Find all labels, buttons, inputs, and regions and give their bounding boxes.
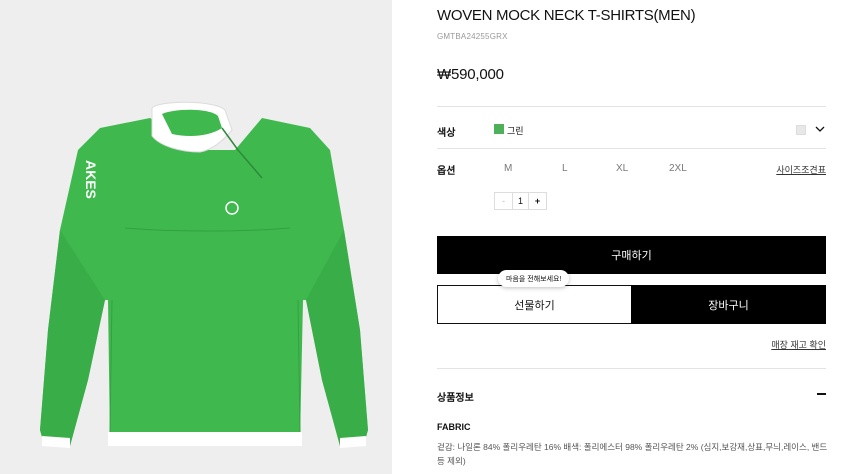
size-option-m[interactable]: M	[504, 163, 512, 174]
product-details-title[interactable]: 상품정보	[437, 389, 474, 404]
add-to-cart-button[interactable]: 장바구니	[631, 285, 826, 324]
product-info-panel: WOVEN MOCK NECK T-SHIRTS(MEN) GMTBA24255…	[437, 0, 828, 474]
quantity-value[interactable]: 1	[512, 193, 529, 209]
buy-now-button[interactable]: 구매하기	[437, 236, 826, 274]
gift-button[interactable]: 선물하기	[437, 285, 632, 324]
size-option-l[interactable]: L	[562, 163, 568, 174]
chevron-down-icon[interactable]	[814, 123, 826, 135]
size-guide-link[interactable]: 사이즈조견표	[776, 163, 826, 176]
quantity-decrease-button[interactable]: -	[495, 193, 512, 209]
size-option-2xl[interactable]: 2XL	[669, 163, 687, 174]
gift-tooltip: 마음을 전해보세요!	[498, 270, 570, 287]
sleeve-print: AKES	[83, 160, 99, 199]
product-price: ₩590,000	[437, 66, 504, 83]
fabric-description: 겉감: 나일론 84% 폴리우레탄 16% 배색: 폴리에스터 98% 폴리우레…	[437, 442, 828, 466]
color-name[interactable]: 그린	[507, 124, 524, 137]
option-label: 옵션	[437, 166, 456, 177]
divider	[437, 106, 826, 107]
quantity-increase-button[interactable]: +	[529, 193, 546, 209]
divider	[437, 148, 826, 149]
shirt-illustration: AKES	[40, 101, 368, 448]
quantity-stepper: - 1 +	[494, 192, 547, 210]
product-image: AKES	[0, 0, 392, 474]
divider	[437, 368, 826, 369]
product-code: GMTBA24255GRX	[437, 32, 508, 41]
color-dropdown-swatch[interactable]	[796, 125, 806, 135]
size-option-xl[interactable]: XL	[616, 163, 628, 174]
color-label: 색상	[437, 128, 456, 139]
product-title: WOVEN MOCK NECK T-SHIRTS(MEN)	[437, 7, 696, 24]
collapse-minus-icon[interactable]	[817, 393, 826, 395]
color-swatch-green[interactable]	[494, 124, 504, 134]
fabric-heading: FABRIC	[437, 422, 471, 432]
store-stock-check-link[interactable]: 매장 재고 확인	[771, 338, 826, 351]
